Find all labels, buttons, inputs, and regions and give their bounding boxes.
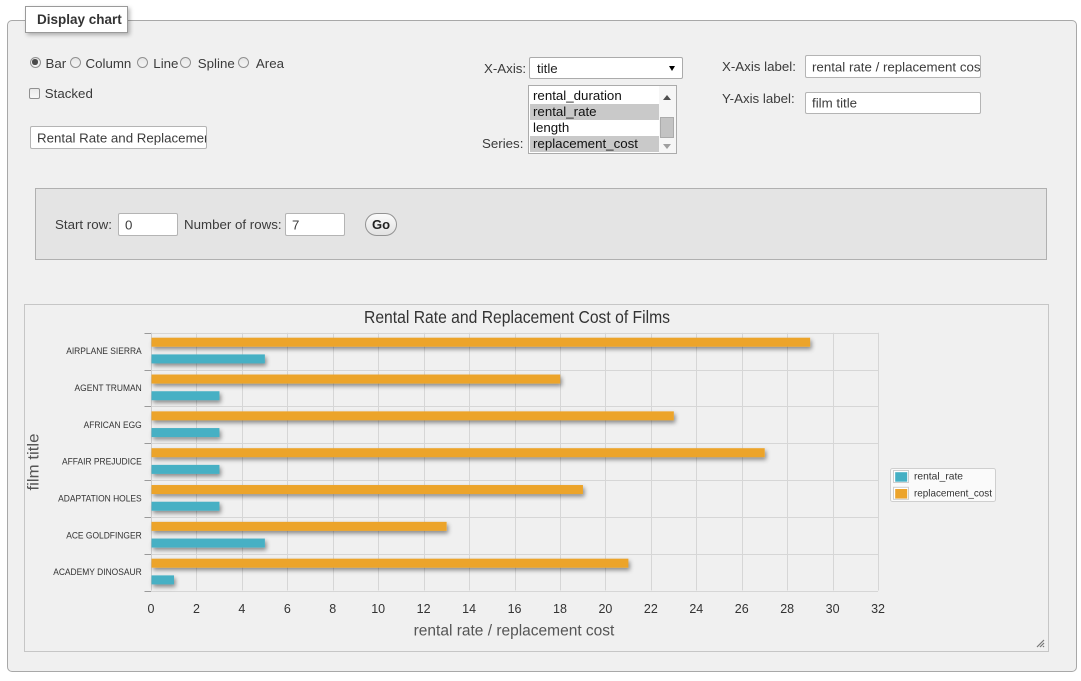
svg-text:ACADEMY DINOSAUR: ACADEMY DINOSAUR — [53, 566, 142, 577]
svg-text:16: 16 — [508, 602, 522, 616]
svg-text:18: 18 — [553, 602, 567, 616]
svg-text:AGENT TRUMAN: AGENT TRUMAN — [75, 382, 142, 393]
svg-text:ACE GOLDFINGER: ACE GOLDFINGER — [66, 529, 142, 540]
svg-text:AFFAIR PREJUDICE: AFFAIR PREJUDICE — [62, 456, 142, 467]
svg-text:0: 0 — [148, 602, 155, 616]
svg-text:2: 2 — [193, 602, 200, 616]
svg-text:6: 6 — [284, 602, 291, 616]
svg-text:32: 32 — [871, 602, 885, 616]
svg-text:26: 26 — [735, 602, 749, 616]
svg-text:24: 24 — [689, 602, 703, 616]
svg-text:AIRPLANE SIERRA: AIRPLANE SIERRA — [66, 345, 142, 356]
svg-text:AFRICAN EGG: AFRICAN EGG — [84, 419, 142, 430]
svg-text:22: 22 — [644, 602, 658, 616]
svg-text:28: 28 — [780, 602, 794, 616]
svg-text:rental_rate: rental_rate — [914, 471, 963, 483]
svg-text:30: 30 — [826, 602, 840, 616]
svg-text:8: 8 — [329, 602, 336, 616]
svg-text:ADAPTATION HOLES: ADAPTATION HOLES — [58, 493, 142, 504]
svg-text:12: 12 — [417, 602, 431, 616]
svg-text:rental rate / replacement cost: rental rate / replacement cost — [414, 622, 615, 639]
svg-text:replacement_cost: replacement_cost — [914, 488, 992, 500]
svg-text:4: 4 — [238, 602, 245, 616]
svg-text:10: 10 — [371, 602, 385, 616]
svg-text:film title: film title — [26, 434, 43, 491]
svg-text:Rental Rate and Replacement Co: Rental Rate and Replacement Cost of Film… — [364, 307, 670, 327]
svg-text:20: 20 — [598, 602, 612, 616]
svg-text:14: 14 — [462, 602, 476, 616]
